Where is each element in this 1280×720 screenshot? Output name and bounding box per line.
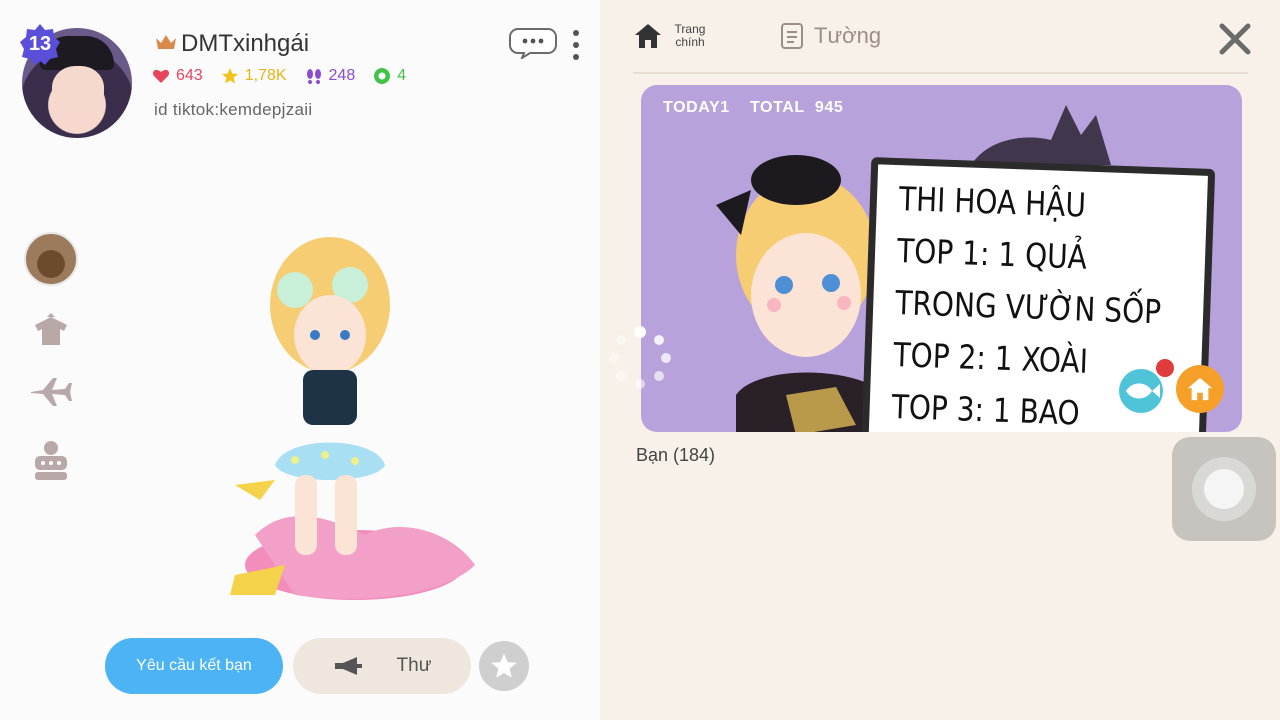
heart-icon — [152, 69, 170, 83]
points-count: 4 — [397, 67, 407, 84]
more-vertical-icon[interactable] — [570, 28, 582, 62]
banner-character — [716, 155, 886, 432]
stat-hearts: 643 — [152, 67, 203, 85]
visit-stats: TODAY1 TOTAL 945 — [663, 99, 843, 117]
mail-button[interactable]: Thư — [293, 638, 471, 694]
mail-label: Thư — [396, 655, 432, 676]
stat-points: 4 — [373, 67, 406, 85]
friends-count-label[interactable]: Bạn (184) — [636, 445, 715, 466]
tab-divider — [633, 72, 1248, 74]
profile-bio: id tiktok:kemdepjzaii — [154, 100, 313, 119]
total-label: TOTAL — [749, 99, 805, 116]
loading-spinner — [609, 326, 671, 389]
close-icon[interactable] — [1216, 20, 1254, 58]
board-line-5: TOP 3: 1 BAO — [891, 386, 1081, 432]
notification-dot — [1154, 357, 1176, 379]
footprints-count: 248 — [328, 67, 356, 84]
furniture-icon[interactable] — [24, 434, 78, 488]
tab-home-label: Trang chính — [674, 22, 706, 49]
profile-stats: 643 1,78K 248 4 — [152, 67, 406, 85]
board-line-2: TOP 1: 1 QUẢ — [896, 231, 1088, 277]
board-line-3: TRONG VƯỜN SỐP — [894, 283, 1162, 332]
tab-wall[interactable]: Tường — [780, 22, 881, 50]
hearts-count: 643 — [176, 67, 203, 84]
board-line-4: TOP 2: 1 XOÀI — [892, 334, 1089, 381]
favorite-star-button[interactable] — [479, 641, 529, 691]
board-line-1: THI HOA HẬU — [898, 179, 1087, 225]
airplane-icon[interactable] — [24, 364, 78, 418]
home-icon — [635, 24, 661, 48]
stars-count: 1,78K — [244, 67, 287, 84]
today-count: 1 — [720, 99, 730, 116]
stat-stars: 1,78K — [221, 67, 287, 85]
friend-request-button[interactable]: Yêu cầu kết bạn — [105, 638, 283, 694]
tab-wall-label: Tường — [814, 23, 882, 48]
star-icon — [491, 653, 517, 678]
chat-bubble-icon[interactable] — [508, 27, 558, 59]
wardrobe-icon[interactable] — [24, 302, 78, 356]
today-label: TODAY — [663, 99, 721, 116]
total-count: 945 — [814, 99, 844, 116]
footprint-icon — [306, 69, 321, 84]
username: DMTxinhgái — [181, 30, 310, 57]
crown-icon — [156, 35, 176, 49]
clover-icon — [374, 68, 391, 84]
avatar-character[interactable] — [215, 235, 485, 615]
megaphone-icon — [334, 657, 362, 675]
stat-footprints: 248 — [305, 67, 356, 85]
level-badge: 13 — [18, 22, 62, 66]
home-fab-button[interactable] — [1176, 365, 1224, 413]
home-icon — [1187, 377, 1213, 401]
assistive-touch-button[interactable] — [1172, 437, 1276, 541]
star-icon — [221, 68, 238, 84]
tab-home[interactable]: Trang chính — [633, 22, 711, 50]
pet-avatar-button[interactable] — [24, 232, 78, 286]
profile-panel: 13 DMTxinhgái 643 1,78K 248 4 id tiktok:… — [0, 0, 600, 720]
level-number: 13 — [28, 33, 52, 55]
notepad-icon — [781, 23, 803, 49]
